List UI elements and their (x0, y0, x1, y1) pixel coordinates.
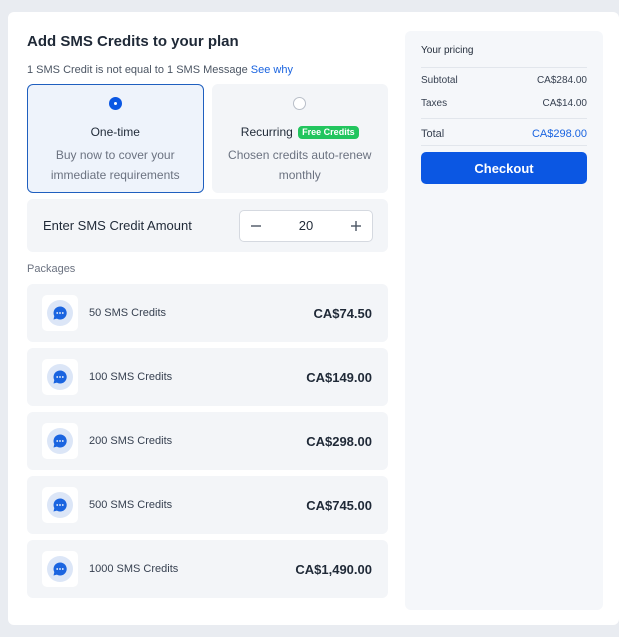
package-price: CA$298.00 (306, 433, 372, 449)
pricing-summary: Your pricing Subtotal CA$284.00 Taxes CA… (405, 31, 603, 610)
chat-bubble-icon (42, 423, 78, 459)
package-item[interactable]: 50 SMS Credits CA$74.50 (27, 284, 388, 342)
packages-label: Packages (27, 263, 76, 275)
package-name: 200 SMS Credits (89, 435, 173, 447)
purchase-type-options: One-time Buy now to cover your immediate… (27, 84, 388, 193)
chat-bubble-icon (42, 487, 78, 523)
subtitle-text: 1 SMS Credit is not equal to 1 SMS Messa… (27, 64, 248, 76)
option-title: One-time (90, 125, 140, 139)
pricing-title: Your pricing (421, 45, 474, 56)
option-description: Chosen credits auto-renew monthly (228, 148, 372, 182)
taxes-value: CA$14.00 (542, 98, 587, 109)
total-row: Total CA$298.00 (421, 128, 587, 140)
package-price: CA$149.00 (306, 369, 372, 385)
credit-amount-stepper[interactable]: 20 (239, 209, 373, 242)
option-title-row: Recurring Free Credits (213, 125, 388, 139)
option-one-time[interactable]: One-time Buy now to cover your immediate… (27, 84, 204, 193)
one-time-radio[interactable] (108, 97, 122, 110)
package-name: 500 SMS Credits (89, 499, 173, 511)
package-name: 1000 SMS Credits (89, 563, 179, 575)
package-name: 50 SMS Credits (89, 307, 167, 319)
purchase-card: Add SMS Credits to your plan 1 SMS Credi… (8, 12, 619, 625)
option-recurring[interactable]: Recurring Free Credits Chosen credits au… (211, 84, 388, 193)
subtotal-row: Subtotal CA$284.00 (421, 75, 587, 87)
total-label: Total (421, 128, 445, 140)
see-why-link[interactable]: See why (251, 64, 293, 76)
package-name: 100 SMS Credits (89, 371, 173, 383)
package-item[interactable]: 1000 SMS Credits CA$1,490.00 (27, 540, 388, 598)
option-title: Recurring (240, 125, 293, 139)
packages-list: 50 SMS Credits CA$74.50 100 SMS Credits … (27, 284, 388, 598)
package-item[interactable]: 100 SMS Credits CA$149.00 (27, 348, 388, 406)
page-title: Add SMS Credits to your plan (27, 33, 239, 50)
package-price: CA$1,490.00 (295, 561, 372, 577)
package-item[interactable]: 200 SMS Credits CA$298.00 (27, 412, 388, 470)
divider (421, 145, 587, 146)
chat-bubble-icon (42, 551, 78, 587)
subtotal-label: Subtotal (421, 75, 458, 86)
taxes-label: Taxes (421, 98, 448, 109)
divider (421, 118, 587, 119)
minus-icon[interactable] (248, 217, 264, 235)
package-item[interactable]: 500 SMS Credits CA$745.00 (27, 476, 388, 534)
credit-amount-row: Enter SMS Credit Amount 20 (27, 199, 388, 252)
package-price: CA$74.50 (313, 305, 372, 321)
plus-icon[interactable] (348, 217, 364, 235)
divider (421, 67, 587, 68)
taxes-row: Taxes CA$14.00 (421, 98, 587, 110)
chat-bubble-icon (42, 359, 78, 395)
package-price: CA$745.00 (306, 497, 372, 513)
subtotal-value: CA$284.00 (536, 75, 587, 86)
checkout-button[interactable]: Checkout (421, 152, 587, 184)
sms-credit-form: Add SMS Credits to your plan 1 SMS Credi… (27, 32, 388, 604)
recurring-radio[interactable] (293, 97, 307, 110)
credit-amount-value[interactable]: 20 (299, 218, 313, 233)
free-credits-badge: Free Credits (298, 126, 359, 139)
total-value: CA$298.00 (531, 128, 587, 140)
option-description: Buy now to cover your immediate requirem… (50, 148, 180, 182)
credit-amount-label: Enter SMS Credit Amount (43, 218, 192, 233)
subtitle: 1 SMS Credit is not equal to 1 SMS Messa… (27, 63, 388, 77)
chat-bubble-icon (42, 295, 78, 331)
